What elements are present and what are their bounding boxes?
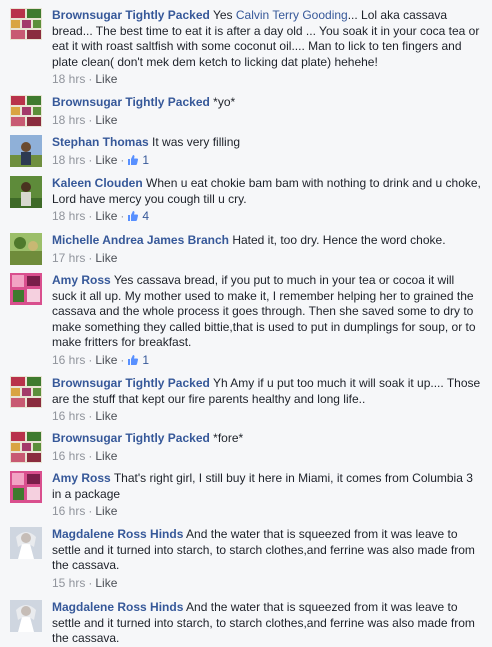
like-link[interactable]: Like — [95, 353, 117, 367]
comment-author[interactable]: Brownsugar Tightly Packed — [52, 431, 210, 445]
like-count[interactable]: 4 — [127, 209, 149, 223]
comment-timestamp[interactable]: 18 hrs — [52, 72, 85, 86]
comment-text: Hated it, too dry. Hence the word choke. — [232, 233, 446, 247]
comment-timestamp[interactable]: 16 hrs — [52, 353, 85, 367]
like-count-value: 1 — [142, 152, 150, 167]
comment-timestamp[interactable]: 16 hrs — [52, 409, 85, 423]
comment-author[interactable]: Stephan Thomas — [52, 135, 149, 149]
bride-avatar[interactable] — [10, 600, 42, 632]
comment-author[interactable]: Brownsugar Tightly Packed — [52, 95, 210, 109]
comment-mention[interactable]: Calvin Terry Gooding — [236, 8, 348, 22]
comment-timestamp[interactable]: 17 hrs — [52, 251, 85, 265]
like-link[interactable]: Like — [95, 209, 117, 223]
like-count[interactable]: 1 — [127, 353, 149, 367]
comment-author[interactable]: Magdalene Ross Hinds — [52, 527, 183, 541]
comment-timestamp[interactable]: 16 hrs — [52, 449, 85, 463]
comment-timestamp[interactable]: 16 hrs — [52, 504, 85, 518]
pink-collage-avatar[interactable] — [10, 471, 42, 503]
comment-text: *yo* — [213, 95, 236, 109]
comment-text: Yes — [212, 8, 236, 22]
comment-author[interactable]: Kaleen Clouden — [52, 176, 143, 190]
like-count-value: 4 — [142, 209, 150, 223]
like-link[interactable]: Like — [95, 504, 117, 518]
like-link[interactable]: Like — [95, 153, 117, 167]
like-link[interactable]: Like — [95, 72, 117, 86]
flower-collage-avatar[interactable] — [10, 431, 42, 463]
comment-timestamp[interactable]: 18 hrs — [52, 113, 85, 127]
comment-text: It was very filling — [152, 135, 241, 149]
like-link[interactable]: Like — [95, 576, 117, 590]
flower-collage-avatar[interactable] — [10, 376, 42, 408]
comment-text: Yes cassava bread, if you put to much in… — [52, 273, 476, 349]
thumbs-up-icon — [128, 211, 139, 221]
comment-author[interactable]: Amy Ross — [52, 273, 111, 287]
thumbs-up-icon — [128, 354, 139, 365]
outdoor-person-avatar[interactable] — [10, 135, 42, 167]
like-count-value: 1 — [142, 352, 150, 367]
like-link[interactable]: Like — [95, 113, 117, 127]
flower-collage-avatar[interactable] — [10, 95, 42, 127]
like-link[interactable]: Like — [95, 409, 117, 423]
comment-author[interactable]: Amy Ross — [52, 471, 111, 485]
comment-timestamp[interactable]: 18 hrs — [52, 209, 85, 223]
flower-collage-avatar[interactable] — [10, 8, 42, 40]
comment-text: That's right girl, I still buy it here i… — [52, 471, 473, 501]
comment-author[interactable]: Michelle Andrea James Branch — [52, 233, 229, 247]
comment-timestamp[interactable]: 18 hrs — [52, 153, 85, 167]
nature-avatar[interactable] — [10, 233, 42, 265]
comment-author[interactable]: Brownsugar Tightly Packed — [52, 376, 210, 390]
comment-thread: Brownsugar Tightly Packed Yes Calvin Ter… — [0, 0, 492, 647]
comment-text: *fore* — [213, 431, 244, 445]
thumbs-up-icon — [128, 154, 139, 165]
bride-avatar[interactable] — [10, 527, 42, 559]
comment-timestamp[interactable]: 15 hrs — [52, 576, 85, 590]
garden-person-avatar[interactable] — [10, 176, 42, 208]
comment-author[interactable]: Brownsugar Tightly Packed — [52, 8, 210, 22]
comment-author[interactable]: Magdalene Ross Hinds — [52, 600, 183, 614]
like-link[interactable]: Like — [95, 449, 117, 463]
like-link[interactable]: Like — [95, 251, 117, 265]
like-count[interactable]: 1 — [127, 153, 149, 167]
pink-collage-avatar[interactable] — [10, 273, 42, 305]
